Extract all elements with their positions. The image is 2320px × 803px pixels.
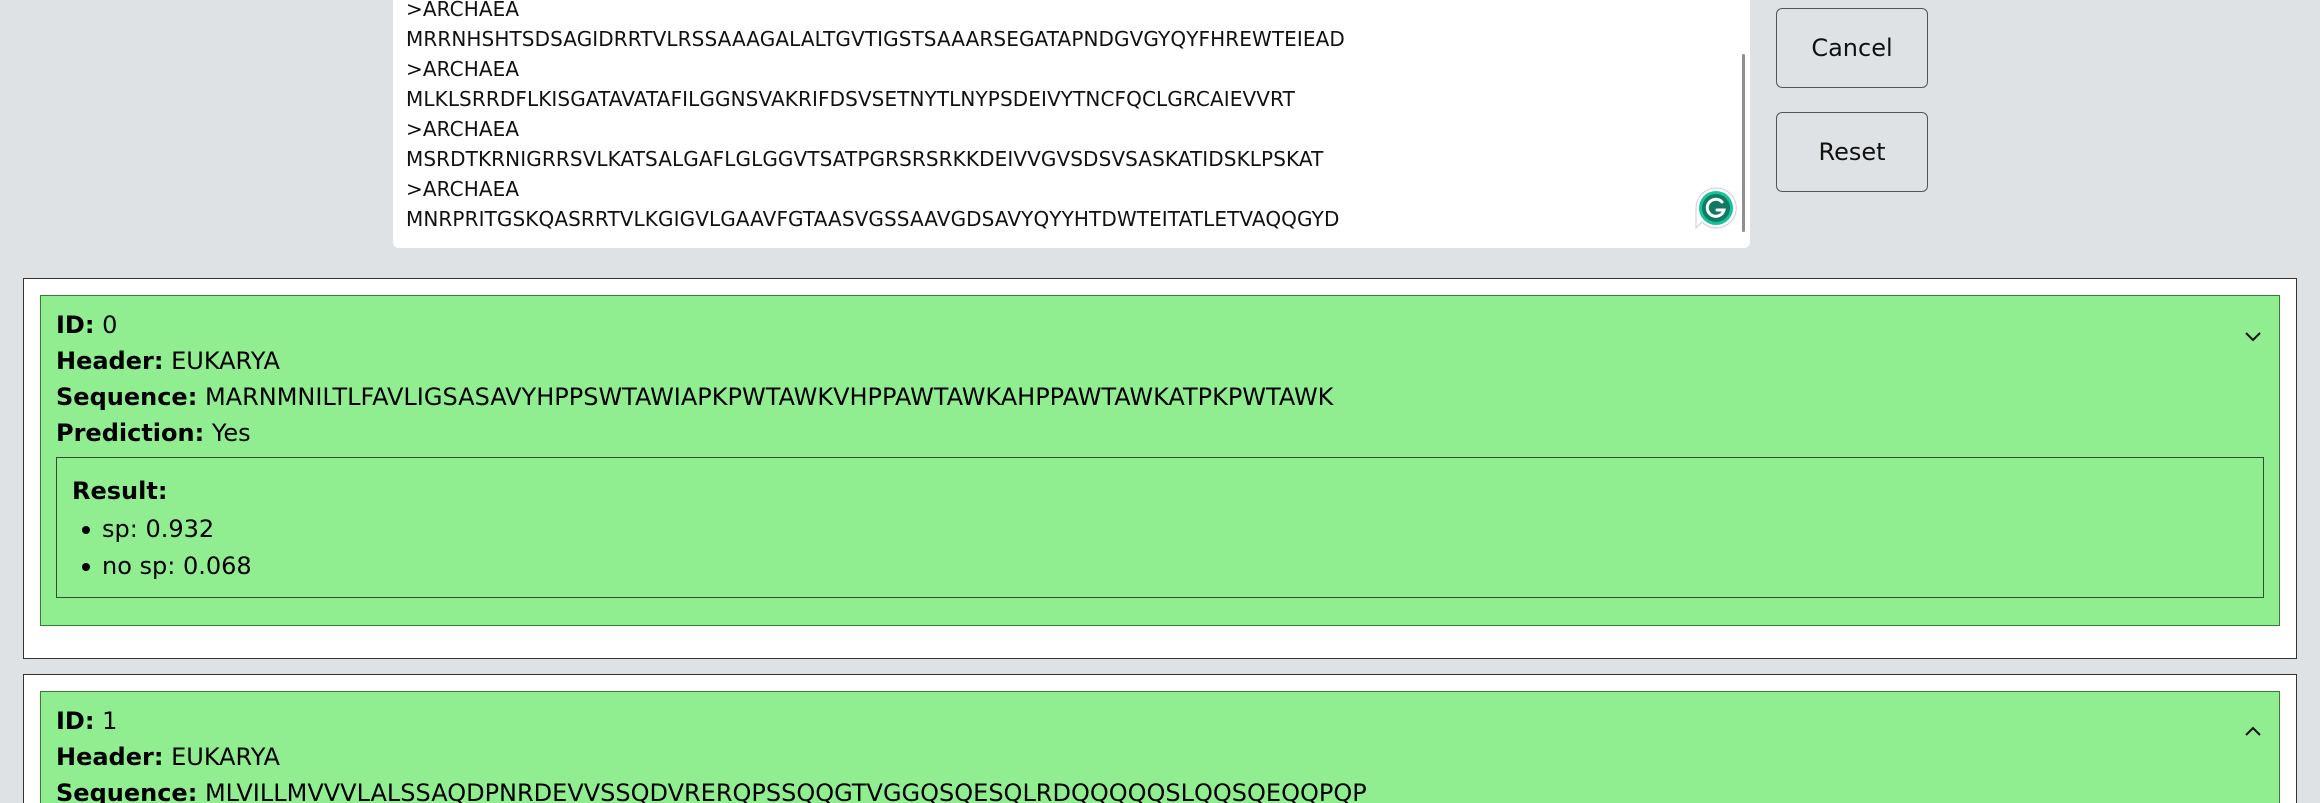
scrollbar-thumb[interactable]	[1742, 54, 1745, 232]
prediction-value: Yes	[211, 419, 251, 447]
header-row: Header: EUKARYA	[56, 742, 280, 772]
cancel-button[interactable]: Cancel	[1776, 8, 1928, 88]
id-row: ID: 0	[56, 310, 117, 340]
result-card: ID: 0 Header: EUKARYA Sequence: MARNMNIL…	[23, 278, 2297, 659]
result-item-sp: sp: 0.932	[72, 511, 252, 548]
sequence-line: >ARCHAEA	[406, 57, 520, 81]
page: >ARCHAEA MRRNHSHTSDSAGIDRRTVLRSSAAAGALAL…	[0, 0, 2320, 803]
sequence-row: Sequence: MARNMNILTLFAVLIGSASAVYHPPSWTAW…	[56, 382, 1333, 412]
id-label: ID:	[56, 311, 95, 339]
sequence-value: MARNMNILTLFAVLIGSASAVYHPPSWTAWIAPKPWTAWK…	[204, 383, 1334, 411]
reset-button[interactable]: Reset	[1776, 112, 1928, 192]
sequence-input[interactable]: >ARCHAEA MRRNHSHTSDSAGIDRRTVLRSSAAAGALAL…	[393, 0, 1750, 248]
sequence-input-text: >ARCHAEA MRRNHSHTSDSAGIDRRTVLRSSAAAGALAL…	[406, 0, 1345, 234]
header-value: EUKARYA	[171, 347, 280, 375]
sequence-line: MNRPRITGSKQASRRTVLKGIGVLGAAVFGTAASVGSSAA…	[406, 207, 1340, 231]
header-row: Header: EUKARYA	[56, 346, 280, 376]
chevron-up-icon[interactable]	[2243, 722, 2263, 742]
result-card-body: ID: 0 Header: EUKARYA Sequence: MARNMNIL…	[40, 295, 2280, 626]
sequence-line: >ARCHAEA	[406, 0, 520, 21]
sequence-row: Sequence: MLVILLMVVVLALSSAQDPNRDEVVSSQDV…	[56, 778, 1367, 803]
chevron-down-icon[interactable]	[2243, 326, 2263, 346]
result-card-body: ID: 1 Header: EUKARYA Sequence: MLVILLMV…	[40, 691, 2280, 803]
result-item-no-sp: no sp: 0.068	[72, 548, 252, 585]
header-label: Header:	[56, 743, 164, 771]
id-row: ID: 1	[56, 706, 117, 736]
id-value: 1	[102, 707, 118, 735]
sequence-label: Sequence:	[56, 383, 198, 411]
result-label: Result:	[72, 477, 168, 505]
sequence-line: >ARCHAEA	[406, 117, 520, 141]
sequence-line: >ARCHAEA	[406, 177, 520, 201]
result-box: Result: sp: 0.932 no sp: 0.068	[56, 457, 2264, 598]
header-label: Header:	[56, 347, 164, 375]
sequence-line: MRRNHSHTSDSAGIDRRTVLRSSAAAGALALTGVTIGSTS…	[406, 27, 1345, 51]
prediction-label: Prediction:	[56, 419, 205, 447]
id-value: 0	[102, 311, 118, 339]
header-value: EUKARYA	[171, 743, 280, 771]
id-label: ID:	[56, 707, 95, 735]
sequence-label: Sequence:	[56, 779, 198, 803]
result-list: sp: 0.932 no sp: 0.068	[72, 511, 252, 585]
sequence-line: MLKLSRRDFLKISGATAVATAFILGGNSVAKRIFDSVSET…	[406, 87, 1295, 111]
grammarly-icon[interactable]	[1694, 186, 1738, 230]
result-card: ID: 1 Header: EUKARYA Sequence: MLVILLMV…	[23, 674, 2297, 803]
sequence-value: MLVILLMVVVLALSSAQDPNRDEVVSSQDVRERQPSSQQG…	[204, 779, 1367, 803]
sequence-line: MSRDTKRNIGRRSVLKATSALGAFLGLGGVTSATPGRSRS…	[406, 147, 1324, 171]
prediction-row: Prediction: Yes	[56, 418, 251, 448]
